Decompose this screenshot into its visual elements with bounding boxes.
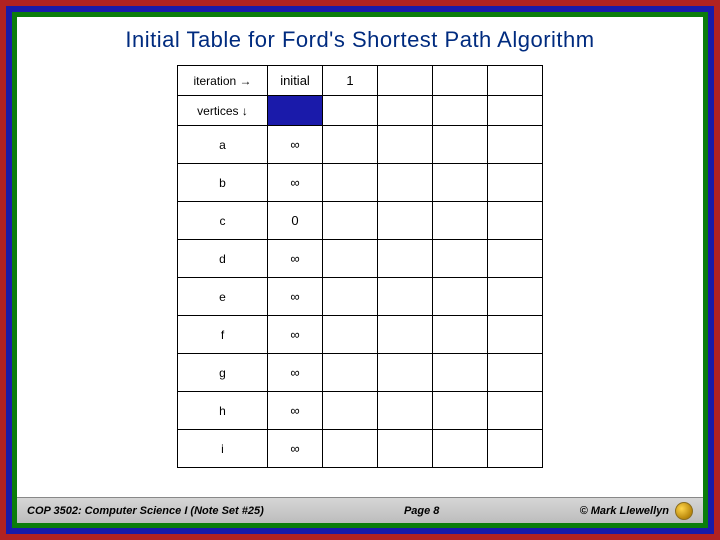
col-header: 1 [323,66,378,96]
cell [433,240,488,278]
table-container: iteration → initial 1 vertices ↓ [17,61,703,497]
table-row: d ∞ [178,240,543,278]
footer-left: COP 3502: Computer Science I (Note Set #… [27,505,264,517]
vertex-label: h [178,392,268,430]
cell [378,126,433,164]
cell [323,164,378,202]
cell [433,164,488,202]
vertex-label: d [178,240,268,278]
cell [323,202,378,240]
cell [323,316,378,354]
cell [488,316,543,354]
cell [378,354,433,392]
cell: ∞ [268,354,323,392]
outer-frame-blue: Initial Table for Ford's Shortest Path A… [6,6,714,534]
cell: ∞ [268,240,323,278]
cell [378,278,433,316]
empty-cell [433,96,488,126]
outer-frame-red: Initial Table for Ford's Shortest Path A… [0,0,720,540]
empty-cell [378,96,433,126]
footer-right: © Mark Llewellyn [580,502,693,520]
table-row: a ∞ [178,126,543,164]
cell: ∞ [268,164,323,202]
footer-page: Page 8 [264,505,580,517]
cell [433,278,488,316]
table-row: g ∞ [178,354,543,392]
col-header [433,66,488,96]
table-row: c 0 [178,202,543,240]
table-row: b ∞ [178,164,543,202]
cell [378,164,433,202]
cell [433,430,488,468]
cell [488,354,543,392]
cell [433,126,488,164]
empty-cell [323,96,378,126]
table-row: h ∞ [178,392,543,430]
cell [433,354,488,392]
cell [488,164,543,202]
vertex-label: c [178,202,268,240]
vertex-label: a [178,126,268,164]
col-header: initial [268,66,323,96]
cell [488,278,543,316]
cell [323,126,378,164]
cell [378,430,433,468]
ford-table: iteration → initial 1 vertices ↓ [177,65,543,468]
cell [488,202,543,240]
blue-cell [268,96,323,126]
vertices-header: vertices ↓ [178,96,268,126]
col-header [378,66,433,96]
cell [323,392,378,430]
cell [488,126,543,164]
vertex-label: g [178,354,268,392]
cell [488,392,543,430]
empty-cell [488,96,543,126]
cell: 0 [268,202,323,240]
col-header [488,66,543,96]
slide-surface: Initial Table for Ford's Shortest Path A… [17,17,703,523]
vertex-label: b [178,164,268,202]
cell [378,240,433,278]
cell [378,316,433,354]
cell [433,202,488,240]
cell [488,240,543,278]
table-row: i ∞ [178,430,543,468]
ucf-logo-icon [675,502,693,520]
table-row: f ∞ [178,316,543,354]
cell [433,316,488,354]
cell: ∞ [268,278,323,316]
vertex-label: i [178,430,268,468]
cell [323,354,378,392]
vertices-row: vertices ↓ [178,96,543,126]
footer-copyright: © Mark Llewellyn [580,505,669,517]
footer-bar: COP 3502: Computer Science I (Note Set #… [17,497,703,523]
cell [323,240,378,278]
table-row: e ∞ [178,278,543,316]
cell [378,202,433,240]
cell [433,392,488,430]
cell: ∞ [268,316,323,354]
header-row: iteration → initial 1 [178,66,543,96]
vertex-label: e [178,278,268,316]
cell: ∞ [268,430,323,468]
slide-title: Initial Table for Ford's Shortest Path A… [17,17,703,61]
cell [323,278,378,316]
cell [378,392,433,430]
cell: ∞ [268,392,323,430]
cell: ∞ [268,126,323,164]
vertex-label: f [178,316,268,354]
cell [488,430,543,468]
iteration-header: iteration → [178,66,268,96]
outer-frame-green: Initial Table for Ford's Shortest Path A… [12,12,708,528]
cell [323,430,378,468]
